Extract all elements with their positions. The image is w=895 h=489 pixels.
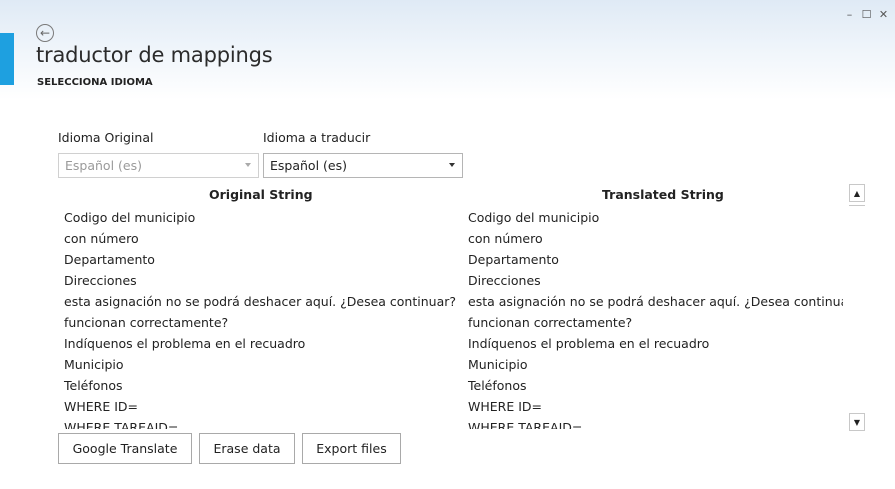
triangle-down-icon: ▼: [853, 417, 861, 427]
list-item[interactable]: Departamento: [59, 249, 459, 270]
scroll-up-button[interactable]: ▲: [849, 184, 865, 202]
page-subtitle: SELECCIONA IDIOMA: [37, 77, 153, 88]
target-language-value: Español (es): [270, 158, 347, 173]
scroll-down-button[interactable]: ▼: [849, 413, 865, 431]
list-item[interactable]: con número: [463, 228, 843, 249]
original-string-list[interactable]: Codigo del municipio con número Departam…: [59, 207, 459, 429]
list-item[interactable]: esta asignación no se podrá deshacer aqu…: [59, 291, 459, 312]
list-item[interactable]: funcionan correctamente?: [59, 312, 459, 333]
back-arrow-icon: ←: [39, 26, 51, 40]
minimize-button[interactable]: –: [844, 8, 855, 22]
window-controls: – ☐ ✕: [844, 8, 889, 22]
list-item[interactable]: WHERE TAREAID=: [59, 417, 459, 429]
target-language-label: Idioma a traducir: [263, 130, 371, 145]
list-item[interactable]: WHERE ID=: [59, 396, 459, 417]
chevron-down-icon: [245, 163, 251, 167]
list-item[interactable]: funcionan correctamente?: [463, 312, 843, 333]
original-string-header: Original String: [209, 187, 313, 202]
list-item[interactable]: WHERE ID=: [463, 396, 843, 417]
translated-string-header: Translated String: [602, 187, 724, 202]
list-item[interactable]: Teléfonos: [59, 375, 459, 396]
accent-bar: [0, 33, 14, 85]
list-item[interactable]: Codigo del municipio: [59, 207, 459, 228]
list-item[interactable]: Municipio: [463, 354, 843, 375]
back-button[interactable]: ←: [36, 24, 54, 42]
list-item[interactable]: con número: [59, 228, 459, 249]
chevron-down-icon: [449, 163, 455, 167]
page-title: traductor de mappings: [36, 43, 273, 67]
list-item[interactable]: WHERE TAREAID=: [463, 417, 843, 429]
scrollbar-track[interactable]: [849, 205, 865, 206]
list-item[interactable]: Municipio: [59, 354, 459, 375]
original-language-label: Idioma Original: [58, 130, 154, 145]
target-language-select[interactable]: Español (es): [263, 153, 463, 178]
list-item[interactable]: Codigo del municipio: [463, 207, 843, 228]
google-translate-button[interactable]: Google Translate: [58, 433, 192, 464]
list-item[interactable]: Indíquenos el problema en el recuadro: [463, 333, 843, 354]
list-item[interactable]: Departamento: [463, 249, 843, 270]
erase-data-button[interactable]: Erase data: [199, 433, 295, 464]
translated-string-list[interactable]: Codigo del municipio con número Departam…: [463, 207, 843, 429]
list-item[interactable]: Teléfonos: [463, 375, 843, 396]
list-item[interactable]: Indíquenos el problema en el recuadro: [59, 333, 459, 354]
maximize-button[interactable]: ☐: [861, 8, 872, 22]
list-item[interactable]: Direcciones: [59, 270, 459, 291]
original-language-select: Español (es): [58, 153, 259, 178]
list-item[interactable]: Direcciones: [463, 270, 843, 291]
triangle-up-icon: ▲: [853, 188, 861, 198]
close-button[interactable]: ✕: [878, 8, 889, 22]
export-files-button[interactable]: Export files: [302, 433, 401, 464]
list-item[interactable]: esta asignación no se podrá deshacer aqu…: [463, 291, 843, 312]
original-language-value: Español (es): [65, 158, 142, 173]
